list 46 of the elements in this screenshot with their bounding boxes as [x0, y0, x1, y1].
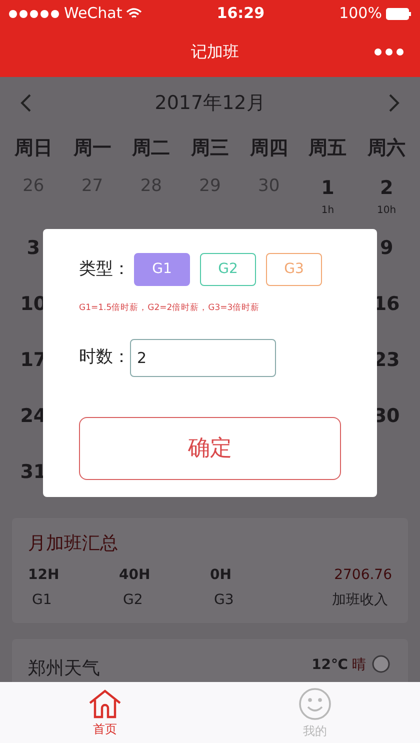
weekday-label: 周三 — [190, 136, 230, 161]
weekday-label: 周五 — [307, 136, 348, 161]
summary-title: 月加班汇总 — [28, 532, 119, 556]
weekday-label: 周四 — [248, 136, 289, 161]
weekday-label: 周日 — [13, 136, 54, 161]
summary-label: 加班收入 — [331, 591, 389, 610]
summary-value: 40H — [119, 566, 150, 586]
day-number[interactable]: 2 — [380, 174, 394, 203]
page-title: 记加班 — [191, 41, 239, 64]
summary-value: 2706.76 — [334, 566, 392, 586]
carrier-text: WeChat — [64, 3, 122, 24]
tab[interactable]: 我的 — [210, 682, 420, 743]
day-number[interactable]: 1 — [321, 174, 334, 203]
weekday-label: 周二 — [130, 136, 172, 161]
summary-value: 12H — [28, 566, 60, 586]
weather-title: 郑州天气 — [28, 657, 100, 682]
clock-text: 16:29 — [216, 3, 265, 24]
hours-label: 时数： — [79, 346, 130, 370]
type-option[interactable]: G2 — [200, 253, 256, 286]
signal-icon — [8, 8, 60, 18]
weather-condition: 晴 — [352, 656, 366, 676]
month-title: 2017年12月 — [154, 91, 266, 116]
summary-label: G3 — [213, 591, 235, 610]
weekday-label: 周一 — [72, 136, 112, 161]
temperature-text: 12℃ — [312, 656, 348, 676]
wifi-icon — [126, 8, 142, 20]
battery-text: 100% — [339, 3, 382, 24]
type-option[interactable]: G3 — [266, 253, 322, 286]
summary-label: G2 — [122, 591, 144, 610]
smiley-icon — [298, 686, 332, 721]
confirm-button[interactable]: 确定 — [79, 416, 341, 480]
battery-icon — [386, 8, 412, 20]
tab[interactable]: 首页 — [0, 682, 210, 743]
home-icon — [87, 688, 123, 719]
weekday-label: 周六 — [366, 136, 407, 161]
hours-field[interactable]: 2 — [130, 338, 276, 377]
type-option[interactable]: G1 — [134, 253, 190, 286]
rate-hint: G1=1.5倍时薪，G2=2倍时薪，G3=3倍时薪 — [79, 302, 261, 315]
hours-note: 1h — [321, 204, 334, 218]
type-label: 类型： — [79, 258, 130, 281]
chevron-left-icon[interactable] — [20, 93, 32, 114]
more-icon[interactable] — [374, 48, 404, 56]
summary-value: 0H — [210, 566, 232, 586]
hours-note: 10h — [377, 204, 396, 218]
summary-label: G1 — [31, 591, 53, 610]
chevron-right-icon[interactable] — [388, 93, 400, 114]
